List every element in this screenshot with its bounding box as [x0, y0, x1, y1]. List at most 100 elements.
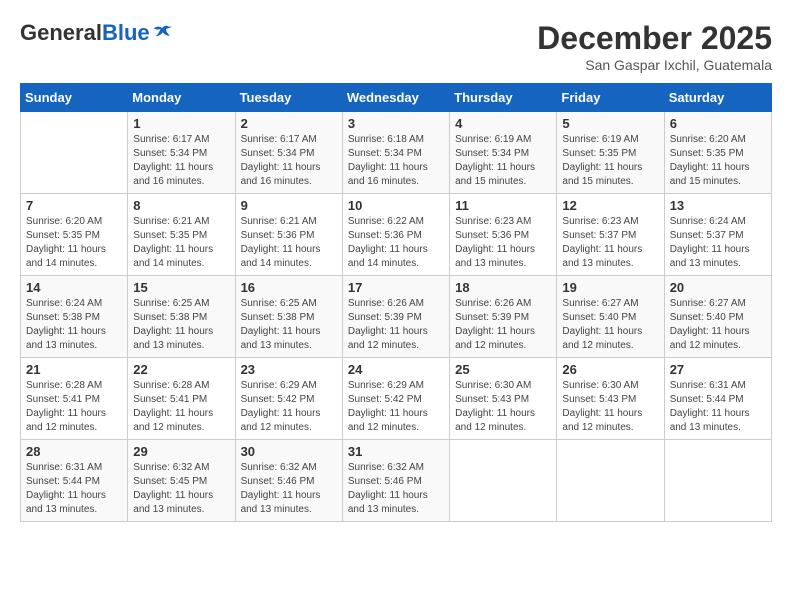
- day-number: 31: [348, 444, 444, 459]
- day-number: 26: [562, 362, 658, 377]
- calendar-cell: 4Sunrise: 6:19 AM Sunset: 5:34 PM Daylig…: [450, 112, 557, 194]
- day-number: 30: [241, 444, 337, 459]
- calendar-cell: 19Sunrise: 6:27 AM Sunset: 5:40 PM Dayli…: [557, 276, 664, 358]
- day-info: Sunrise: 6:26 AM Sunset: 5:39 PM Dayligh…: [348, 297, 444, 353]
- day-info: Sunrise: 6:31 AM Sunset: 5:44 PM Dayligh…: [26, 461, 122, 517]
- calendar-cell: 5 Sunrise: 6:19 AM Sunset: 5:35 PM Daylig…: [557, 112, 664, 194]
- calendar-week-1: 1 Sunrise: 6:17 AM Sunset: 5:34 PM Daylig…: [21, 112, 772, 194]
- day-number: 6: [670, 116, 766, 131]
- calendar-header-friday: Friday: [557, 84, 664, 112]
- day-info: Sunrise: 6:32 AM Sunset: 5:46 PM Dayligh…: [241, 461, 337, 517]
- day-number: 4: [455, 116, 551, 131]
- day-number: 13: [670, 198, 766, 213]
- calendar-body: 1 Sunrise: 6:17 AM Sunset: 5:34 PM Daylig…: [21, 112, 772, 522]
- calendar-week-5: 28Sunrise: 6:31 AM Sunset: 5:44 PM Dayli…: [21, 440, 772, 522]
- day-info: Sunrise: 6:19 AM Sunset: 5:35 PM Dayligh…: [562, 133, 658, 189]
- day-info: Sunrise: 6:17 AM Sunset: 5:34 PM Dayligh…: [133, 133, 229, 189]
- day-info: Sunrise: 6:30 AM Sunset: 5:43 PM Dayligh…: [562, 379, 658, 435]
- day-info: Sunrise: 6:17 AM Sunset: 5:34 PM Dayligh…: [241, 133, 337, 189]
- day-number: 10: [348, 198, 444, 213]
- calendar-week-4: 21 Sunrise: 6:28 AM Sunset: 5:41 PM Dayli…: [21, 358, 772, 440]
- calendar-header-sunday: Sunday: [21, 84, 128, 112]
- calendar-cell: 29 Sunrise: 6:32 AM Sunset: 5:45 PM Dayli…: [128, 440, 235, 522]
- calendar-cell: 30 Sunrise: 6:32 AM Sunset: 5:46 PM Dayli…: [235, 440, 342, 522]
- day-number: 5: [562, 116, 658, 131]
- day-info: Sunrise: 6:20 AM Sunset: 5:35 PM Dayligh…: [670, 133, 766, 189]
- calendar-cell: [557, 440, 664, 522]
- calendar-cell: 17 Sunrise: 6:26 AM Sunset: 5:39 PM Dayli…: [342, 276, 449, 358]
- month-title: December 2025: [537, 20, 772, 57]
- calendar-cell: 31 Sunrise: 6:32 AM Sunset: 5:46 PM Dayli…: [342, 440, 449, 522]
- day-number: 27: [670, 362, 766, 377]
- day-info: Sunrise: 6:18 AM Sunset: 5:34 PM Dayligh…: [348, 133, 444, 189]
- calendar-cell: [21, 112, 128, 194]
- calendar-cell: 20 Sunrise: 6:27 AM Sunset: 5:40 PM Dayli…: [664, 276, 771, 358]
- day-number: 29: [133, 444, 229, 459]
- calendar-cell: 6 Sunrise: 6:20 AM Sunset: 5:35 PM Daylig…: [664, 112, 771, 194]
- day-info: Sunrise: 6:29 AM Sunset: 5:42 PM Dayligh…: [348, 379, 444, 435]
- day-info: Sunrise: 6:29 AM Sunset: 5:42 PM Dayligh…: [241, 379, 337, 435]
- calendar-header-thursday: Thursday: [450, 84, 557, 112]
- calendar-header-tuesday: Tuesday: [235, 84, 342, 112]
- day-number: 14: [26, 280, 122, 295]
- calendar-header-row: SundayMondayTuesdayWednesdayThursdayFrid…: [21, 84, 772, 112]
- day-info: Sunrise: 6:23 AM Sunset: 5:37 PM Dayligh…: [562, 215, 658, 271]
- calendar-cell: 12 Sunrise: 6:23 AM Sunset: 5:37 PM Dayli…: [557, 194, 664, 276]
- calendar-header-wednesday: Wednesday: [342, 84, 449, 112]
- calendar-cell: 26 Sunrise: 6:30 AM Sunset: 5:43 PM Dayli…: [557, 358, 664, 440]
- day-number: 19: [562, 280, 658, 295]
- calendar-week-3: 14 Sunrise: 6:24 AM Sunset: 5:38 PM Dayli…: [21, 276, 772, 358]
- day-info: Sunrise: 6:23 AM Sunset: 5:36 PM Dayligh…: [455, 215, 551, 271]
- day-number: 8: [133, 198, 229, 213]
- day-number: 1: [133, 116, 229, 131]
- day-info: Sunrise: 6:21 AM Sunset: 5:36 PM Dayligh…: [241, 215, 337, 271]
- calendar-cell: 1 Sunrise: 6:17 AM Sunset: 5:34 PM Daylig…: [128, 112, 235, 194]
- location-subtitle: San Gaspar Ixchil, Guatemala: [537, 57, 772, 73]
- calendar-cell: 16 Sunrise: 6:25 AM Sunset: 5:38 PM Dayli…: [235, 276, 342, 358]
- day-number: 9: [241, 198, 337, 213]
- calendar-cell: 9 Sunrise: 6:21 AM Sunset: 5:36 PM Daylig…: [235, 194, 342, 276]
- day-info: Sunrise: 6:24 AM Sunset: 5:38 PM Dayligh…: [26, 297, 122, 353]
- day-info: Sunrise: 6:25 AM Sunset: 5:38 PM Dayligh…: [133, 297, 229, 353]
- day-number: 17: [348, 280, 444, 295]
- calendar-cell: 10 Sunrise: 6:22 AM Sunset: 5:36 PM Dayli…: [342, 194, 449, 276]
- day-info: Sunrise: 6:21 AM Sunset: 5:35 PM Dayligh…: [133, 215, 229, 271]
- calendar-cell: [664, 440, 771, 522]
- day-info: Sunrise: 6:28 AM Sunset: 5:41 PM Dayligh…: [133, 379, 229, 435]
- day-number: 11: [455, 198, 551, 213]
- day-info: Sunrise: 6:31 AM Sunset: 5:44 PM Dayligh…: [670, 379, 766, 435]
- calendar-header-monday: Monday: [128, 84, 235, 112]
- day-number: 23: [241, 362, 337, 377]
- day-number: 18: [455, 280, 551, 295]
- logo-bird-icon: [152, 25, 172, 41]
- calendar-cell: 2Sunrise: 6:17 AM Sunset: 5:34 PM Daylig…: [235, 112, 342, 194]
- day-number: 25: [455, 362, 551, 377]
- day-info: Sunrise: 6:22 AM Sunset: 5:36 PM Dayligh…: [348, 215, 444, 271]
- calendar-cell: 8 Sunrise: 6:21 AM Sunset: 5:35 PM Daylig…: [128, 194, 235, 276]
- day-info: Sunrise: 6:32 AM Sunset: 5:45 PM Dayligh…: [133, 461, 229, 517]
- calendar-week-2: 7 Sunrise: 6:20 AM Sunset: 5:35 PM Daylig…: [21, 194, 772, 276]
- logo-general: GeneralBlue: [20, 20, 150, 46]
- day-info: Sunrise: 6:25 AM Sunset: 5:38 PM Dayligh…: [241, 297, 337, 353]
- day-number: 20: [670, 280, 766, 295]
- calendar-cell: 23 Sunrise: 6:29 AM Sunset: 5:42 PM Dayli…: [235, 358, 342, 440]
- calendar-cell: 7 Sunrise: 6:20 AM Sunset: 5:35 PM Daylig…: [21, 194, 128, 276]
- day-info: Sunrise: 6:30 AM Sunset: 5:43 PM Dayligh…: [455, 379, 551, 435]
- day-number: 22: [133, 362, 229, 377]
- day-number: 7: [26, 198, 122, 213]
- calendar-table: SundayMondayTuesdayWednesdayThursdayFrid…: [20, 83, 772, 522]
- calendar-cell: 15Sunrise: 6:25 AM Sunset: 5:38 PM Dayli…: [128, 276, 235, 358]
- day-number: 3: [348, 116, 444, 131]
- day-info: Sunrise: 6:32 AM Sunset: 5:46 PM Dayligh…: [348, 461, 444, 517]
- day-number: 12: [562, 198, 658, 213]
- day-info: Sunrise: 6:27 AM Sunset: 5:40 PM Dayligh…: [670, 297, 766, 353]
- calendar-cell: 13Sunrise: 6:24 AM Sunset: 5:37 PM Dayli…: [664, 194, 771, 276]
- calendar-cell: 11 Sunrise: 6:23 AM Sunset: 5:36 PM Dayli…: [450, 194, 557, 276]
- calendar-header-saturday: Saturday: [664, 84, 771, 112]
- day-info: Sunrise: 6:26 AM Sunset: 5:39 PM Dayligh…: [455, 297, 551, 353]
- day-number: 16: [241, 280, 337, 295]
- calendar-cell: 3 Sunrise: 6:18 AM Sunset: 5:34 PM Daylig…: [342, 112, 449, 194]
- logo: GeneralBlue: [20, 20, 172, 46]
- day-info: Sunrise: 6:20 AM Sunset: 5:35 PM Dayligh…: [26, 215, 122, 271]
- day-number: 21: [26, 362, 122, 377]
